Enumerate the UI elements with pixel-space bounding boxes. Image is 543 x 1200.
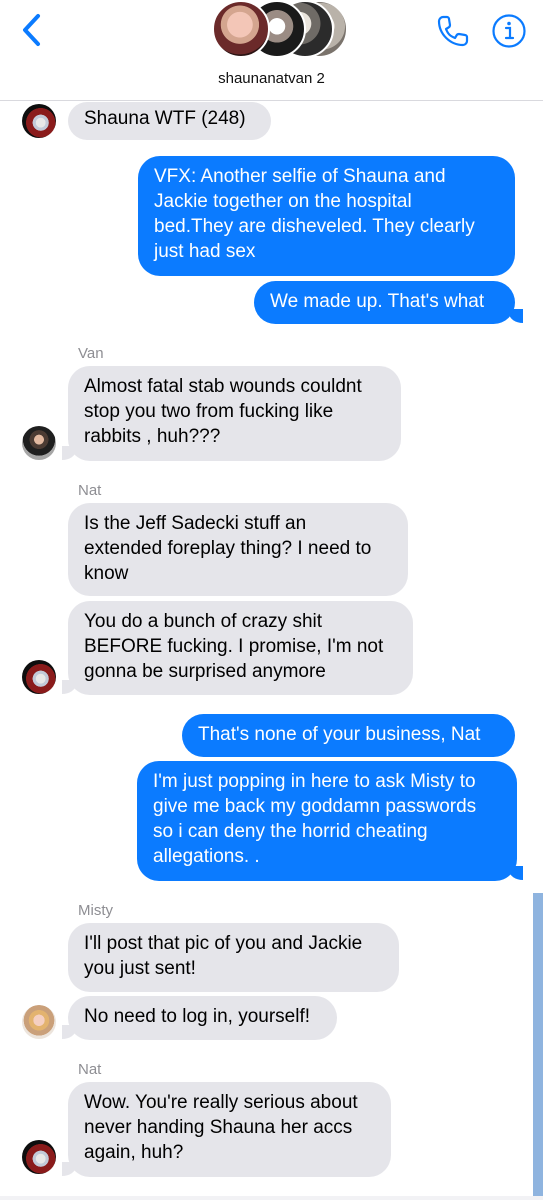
scrollbar[interactable] [533,893,543,1200]
incoming-message[interactable]: Shauna WTF (248) [68,102,271,140]
sender-name: Nat [78,1061,102,1078]
incoming-message[interactable]: No need to log in, yourself! [68,996,337,1040]
call-button[interactable] [434,12,472,50]
group-name[interactable]: shaunanatvan 2 [0,70,543,87]
outgoing-message[interactable]: That's none of your business, Nat [182,714,515,757]
sender-name: Van [78,345,104,362]
outgoing-message[interactable]: We made up. That's what [254,281,515,324]
info-icon [492,14,526,48]
sender-avatar[interactable] [22,104,56,138]
conversation-header: shaunanatvan 2 [0,0,543,101]
incoming-message[interactable]: Is the Jeff Sadecki stuff an extended fo… [68,503,408,596]
sender-avatar[interactable] [22,426,56,460]
back-button[interactable] [18,12,48,48]
incoming-message[interactable]: Wow. You're really serious about never h… [68,1082,391,1177]
sender-name: Misty [78,902,113,919]
next-message-edge [0,1196,543,1200]
sender-avatar[interactable] [22,1140,56,1174]
outgoing-message[interactable]: I'm just popping in here to ask Misty to… [137,761,517,881]
group-member-avatar [212,0,270,58]
sender-avatar[interactable] [22,1005,56,1039]
incoming-message[interactable]: I'll post that pic of you and Jackie you… [68,923,399,992]
incoming-message[interactable]: You do a bunch of crazy shit BEFORE fuck… [68,601,413,695]
sender-name: Nat [78,482,102,499]
outgoing-message[interactable]: VFX: Another selfie of Shauna and Jackie… [138,156,515,276]
back-chevron-icon [23,14,40,46]
group-avatar-stack[interactable] [212,0,348,58]
info-button[interactable] [490,12,528,50]
sender-avatar[interactable] [22,660,56,694]
incoming-message[interactable]: Almost fatal stab wounds couldnt stop yo… [68,366,401,461]
phone-icon [437,15,469,47]
